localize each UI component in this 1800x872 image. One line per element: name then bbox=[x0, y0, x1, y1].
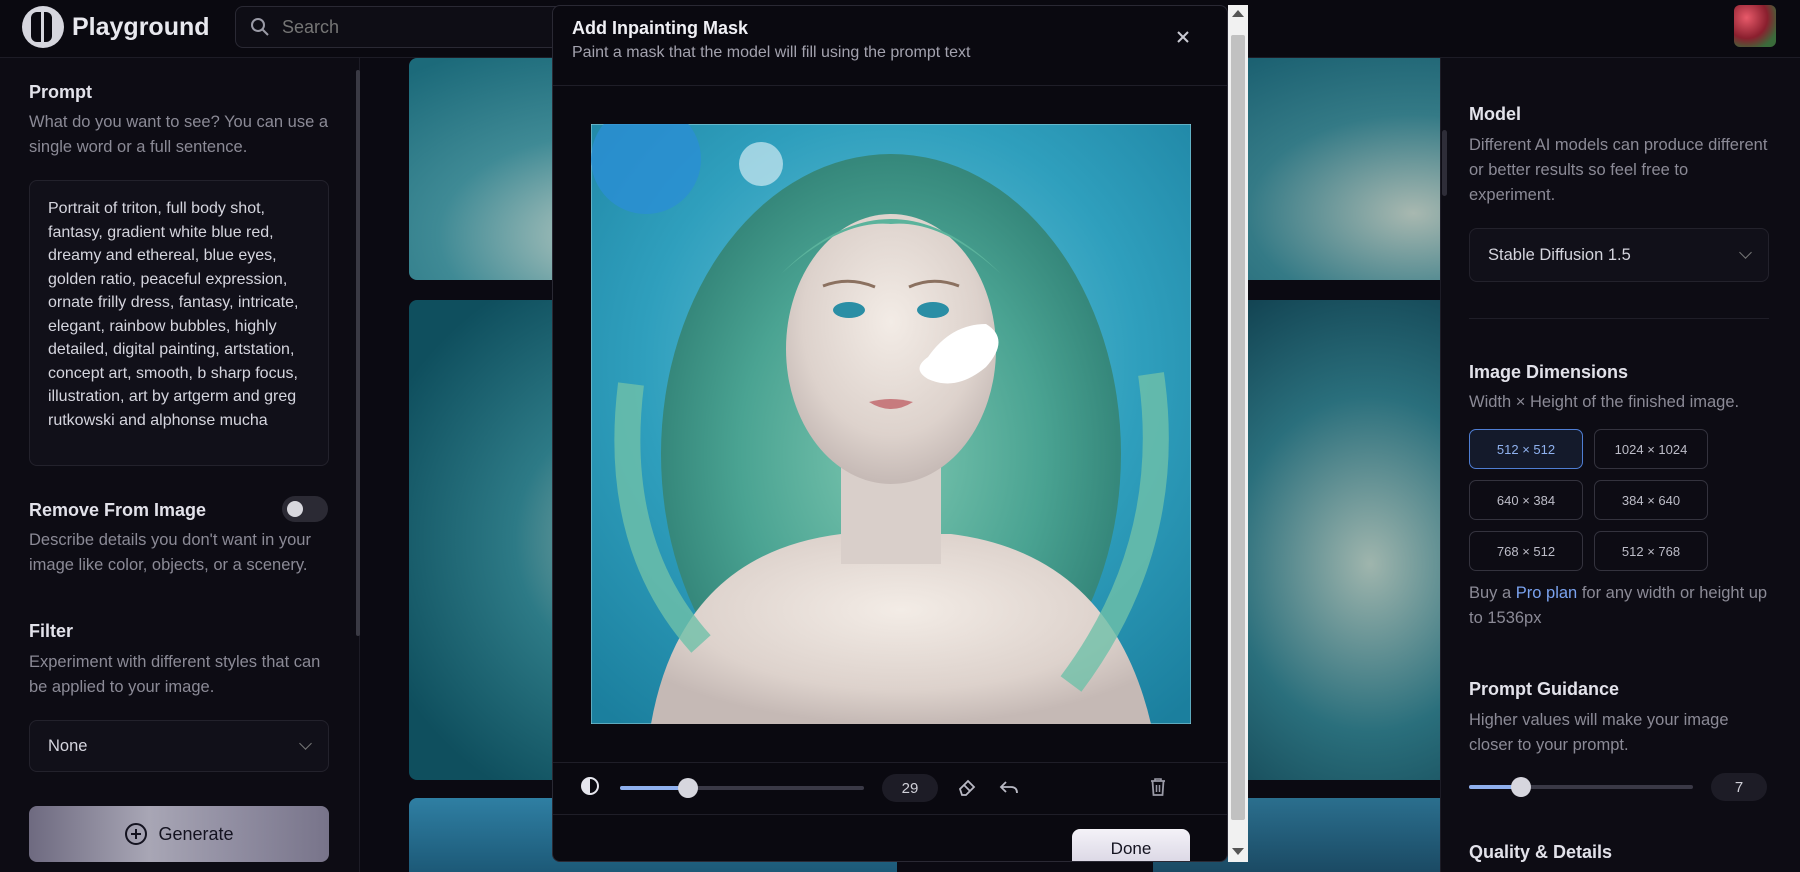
prompt-textarea[interactable]: Portrait of triton, full body shot, fant… bbox=[29, 180, 329, 466]
brush-size-slider-handle[interactable] bbox=[678, 778, 699, 798]
dialog-subtitle: Paint a mask that the model will fill us… bbox=[572, 44, 971, 61]
image-dimensions-title: Image Dimensions bbox=[1469, 362, 1629, 382]
trash-icon[interactable] bbox=[1148, 776, 1168, 798]
generate-button[interactable]: Generate bbox=[29, 806, 329, 862]
filter-select[interactable]: None bbox=[29, 720, 329, 772]
pro-plan-prefix: Buy a bbox=[1469, 584, 1516, 602]
close-icon[interactable] bbox=[1172, 26, 1194, 48]
remove-from-image-title: Remove From Image bbox=[29, 500, 207, 520]
filter-description: Experiment with different styles that ca… bbox=[29, 653, 321, 696]
dimension-option-640x384[interactable]: 640 × 384 bbox=[1469, 480, 1583, 520]
dimension-option-1024x1024[interactable]: 1024 × 1024 bbox=[1594, 429, 1708, 469]
chevron-down-icon bbox=[1739, 246, 1752, 259]
divider bbox=[553, 762, 1227, 763]
brush-size-value[interactable]: 29 bbox=[882, 774, 938, 802]
inpainting-mask-dialog: Add Inpainting Mask Paint a mask that th… bbox=[552, 5, 1228, 862]
generate-label: Generate bbox=[158, 823, 234, 844]
guidance-value[interactable]: 7 bbox=[1711, 773, 1767, 801]
dimension-option-512x768[interactable]: 512 × 768 bbox=[1594, 531, 1708, 571]
plus-circle-icon bbox=[125, 823, 148, 845]
remove-from-image-description: Describe details you don't want in your … bbox=[29, 531, 311, 574]
divider bbox=[553, 85, 1227, 86]
remove-from-image-toggle[interactable] bbox=[282, 496, 328, 522]
dialog-scrollbar[interactable] bbox=[1228, 5, 1248, 862]
left-panel: Prompt What do you want to see? You can … bbox=[0, 58, 360, 872]
image-dimensions-description: Width × Height of the finished image. bbox=[1469, 393, 1740, 411]
eraser-icon[interactable] bbox=[956, 776, 978, 798]
dimension-option-384x640[interactable]: 384 × 640 bbox=[1594, 480, 1708, 520]
pro-plan-note: Buy a Pro plan for any width or height u… bbox=[1469, 581, 1769, 631]
dimension-option-512x512[interactable]: 512 × 512 bbox=[1469, 429, 1583, 469]
filter-title: Filter bbox=[29, 621, 74, 641]
scroll-down-arrow-icon[interactable] bbox=[1232, 848, 1244, 855]
prompt-description: What do you want to see? You can use a s… bbox=[29, 113, 329, 156]
logo-icon bbox=[22, 6, 64, 48]
prompt-guidance-description: Higher values will make your image close… bbox=[1469, 711, 1729, 754]
guidance-slider-handle[interactable] bbox=[1511, 777, 1531, 797]
contrast-icon[interactable] bbox=[580, 776, 600, 796]
prompt-title: Prompt bbox=[29, 82, 92, 102]
model-value: Stable Diffusion 1.5 bbox=[1488, 245, 1631, 264]
scroll-up-arrow-icon[interactable] bbox=[1232, 10, 1244, 17]
model-title: Model bbox=[1469, 104, 1521, 124]
chevron-down-icon bbox=[299, 737, 312, 750]
dialog-title: Add Inpainting Mask bbox=[572, 18, 749, 38]
divider bbox=[1469, 318, 1769, 319]
prompt-guidance-title: Prompt Guidance bbox=[1469, 679, 1620, 699]
scrollbar-thumb[interactable] bbox=[1231, 35, 1245, 820]
mask-canvas[interactable] bbox=[591, 124, 1191, 724]
done-button[interactable]: Done bbox=[1072, 829, 1190, 861]
undo-icon[interactable] bbox=[998, 776, 1020, 798]
dimension-option-768x512[interactable]: 768 × 512 bbox=[1469, 531, 1583, 571]
model-description: Different AI models can produce differen… bbox=[1469, 136, 1768, 204]
divider bbox=[553, 814, 1227, 815]
app-name: Playground bbox=[72, 12, 210, 41]
right-panel: Model Different AI models can produce di… bbox=[1440, 58, 1800, 872]
user-avatar[interactable] bbox=[1734, 5, 1776, 47]
filter-value: None bbox=[48, 736, 88, 755]
app-logo[interactable]: Playground bbox=[22, 6, 210, 48]
right-scrollbar-left[interactable] bbox=[1442, 130, 1447, 196]
search-icon bbox=[251, 18, 269, 36]
quality-details-title: Quality & Details bbox=[1469, 842, 1613, 862]
pro-plan-link[interactable]: Pro plan bbox=[1516, 584, 1577, 602]
model-select[interactable]: Stable Diffusion 1.5 bbox=[1469, 228, 1769, 282]
